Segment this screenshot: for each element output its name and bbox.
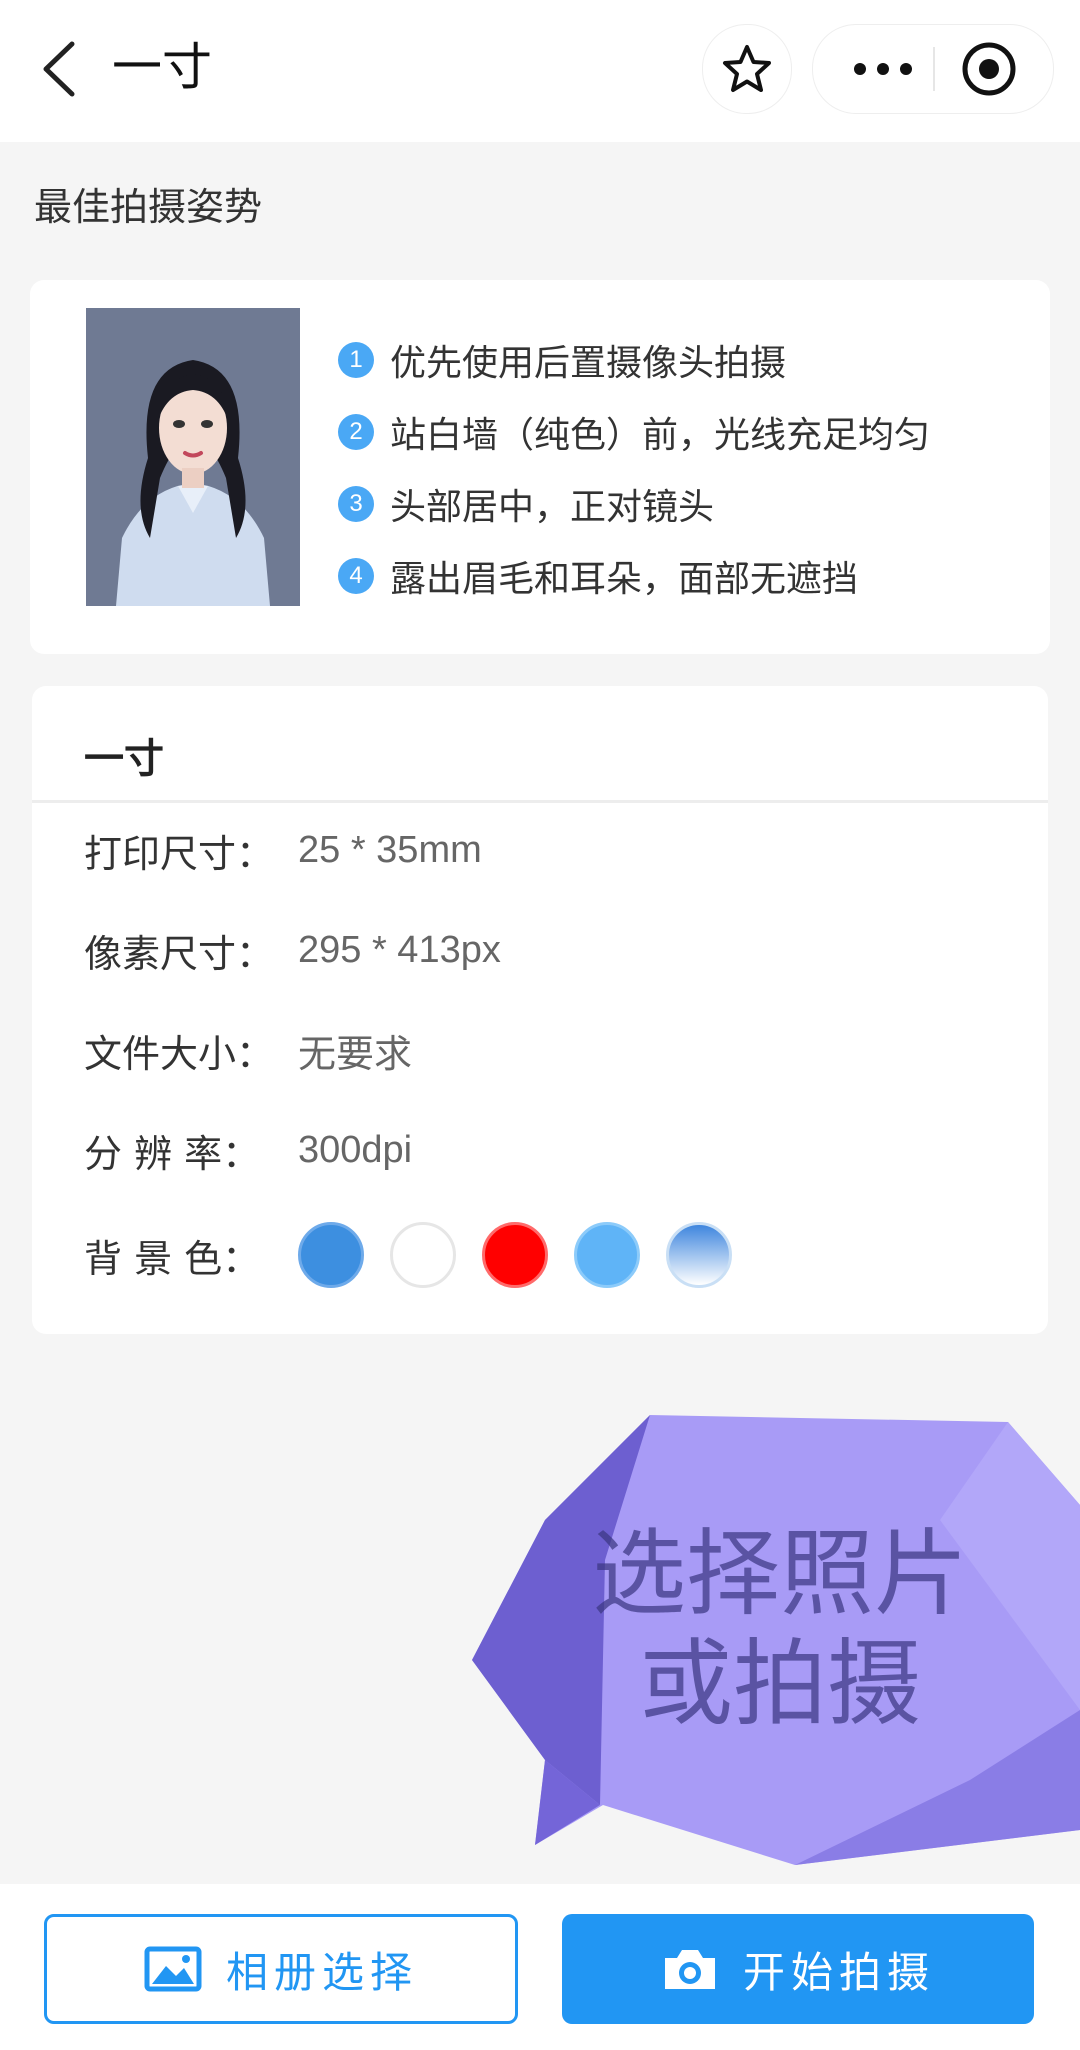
bottom-action-bar: 相册选择 开始拍摄 <box>0 1884 1080 2050</box>
print-size-value: 25 * 35mm <box>298 828 482 871</box>
color-swatch-white[interactable] <box>390 1222 456 1288</box>
color-options <box>298 1222 758 1288</box>
color-swatch-light-blue[interactable] <box>574 1222 640 1288</box>
spec-title: 一寸 <box>84 736 164 782</box>
image-icon <box>144 1946 202 1992</box>
pose-tips-card: 1 优先使用后置摄像头拍摄 2 站白墙（纯色）前，光线充足均匀 3 头部居中，正… <box>30 280 1050 654</box>
more-icon <box>854 63 912 75</box>
list-item: 3 头部居中，正对镜头 <box>338 468 930 540</box>
pixel-size-row: 像素尺寸： 295 * 413px <box>84 920 501 980</box>
bubble-caption: 选择照片 或拍摄 <box>580 1520 980 1740</box>
background-color-row: 背 景 色： <box>84 1220 758 1290</box>
tip-text: 头部居中，正对镜头 <box>390 487 715 528</box>
capsule-divider <box>933 47 935 91</box>
spec-card: 一寸 打印尺寸： 25 * 35mm 像素尺寸： 295 * 413px 文件大… <box>32 686 1048 1334</box>
tip-text: 优先使用后置摄像头拍摄 <box>390 343 787 384</box>
page-title: 一寸 <box>112 38 212 96</box>
list-item: 4 露出眉毛和耳朵，面部无遮挡 <box>338 540 930 612</box>
file-size-row: 文件大小： 无要求 <box>84 1020 412 1080</box>
more-button[interactable] <box>841 25 925 113</box>
menu-capsule <box>812 24 1054 114</box>
tip-text: 站白墙（纯色）前，光线充足均匀 <box>390 415 931 456</box>
file-size-label: 文件大小： <box>84 1031 275 1076</box>
divider <box>32 800 1048 803</box>
bubble-caption-line2: 或拍摄 <box>638 1630 921 1739</box>
close-circle-icon <box>962 42 1016 96</box>
start-shooting-label: 开始拍摄 <box>742 1947 935 1997</box>
pixel-size-value: 295 * 413px <box>298 928 501 971</box>
print-size-label: 打印尺寸： <box>84 831 275 876</box>
background-color-label: 背 景 色： <box>84 1236 261 1281</box>
back-button[interactable] <box>36 36 82 102</box>
tip-number-badge: 2 <box>338 414 374 450</box>
tip-text: 露出眉毛和耳朵，面部无遮挡 <box>390 559 859 600</box>
list-item: 1 优先使用后置摄像头拍摄 <box>338 324 930 396</box>
star-icon <box>723 45 771 92</box>
resolution-value: 300dpi <box>298 1128 413 1171</box>
start-shooting-button[interactable]: 开始拍摄 <box>562 1914 1034 2024</box>
print-size-row: 打印尺寸： 25 * 35mm <box>84 820 482 880</box>
tip-number-badge: 1 <box>338 342 374 378</box>
pixel-size-label: 像素尺寸： <box>84 931 275 976</box>
tip-number-badge: 4 <box>338 558 374 594</box>
sample-portrait-image <box>86 308 300 606</box>
tip-number-badge: 3 <box>338 486 374 522</box>
list-item: 2 站白墙（纯色）前，光线充足均匀 <box>338 396 930 468</box>
close-button[interactable] <box>959 39 1019 99</box>
section-title: 最佳拍摄姿势 <box>34 185 263 229</box>
album-select-button[interactable]: 相册选择 <box>44 1914 518 2024</box>
bubble-caption-line1: 选择照片 <box>591 1520 968 1629</box>
resolution-label: 分 辨 率： <box>84 1131 261 1176</box>
tips-list: 1 优先使用后置摄像头拍摄 2 站白墙（纯色）前，光线充足均匀 3 头部居中，正… <box>338 324 930 612</box>
file-size-value: 无要求 <box>298 1033 413 1076</box>
navigation-bar: 一寸 <box>0 0 1080 142</box>
color-swatch-red[interactable] <box>482 1222 548 1288</box>
back-arrow-icon <box>43 41 75 97</box>
color-swatch-gradient[interactable] <box>666 1222 732 1288</box>
camera-icon <box>664 1950 715 1989</box>
resolution-row: 分 辨 率： 300dpi <box>84 1120 412 1180</box>
favorite-button[interactable] <box>702 24 792 114</box>
color-swatch-blue[interactable] <box>298 1222 364 1288</box>
album-select-label: 相册选择 <box>225 1947 418 1997</box>
